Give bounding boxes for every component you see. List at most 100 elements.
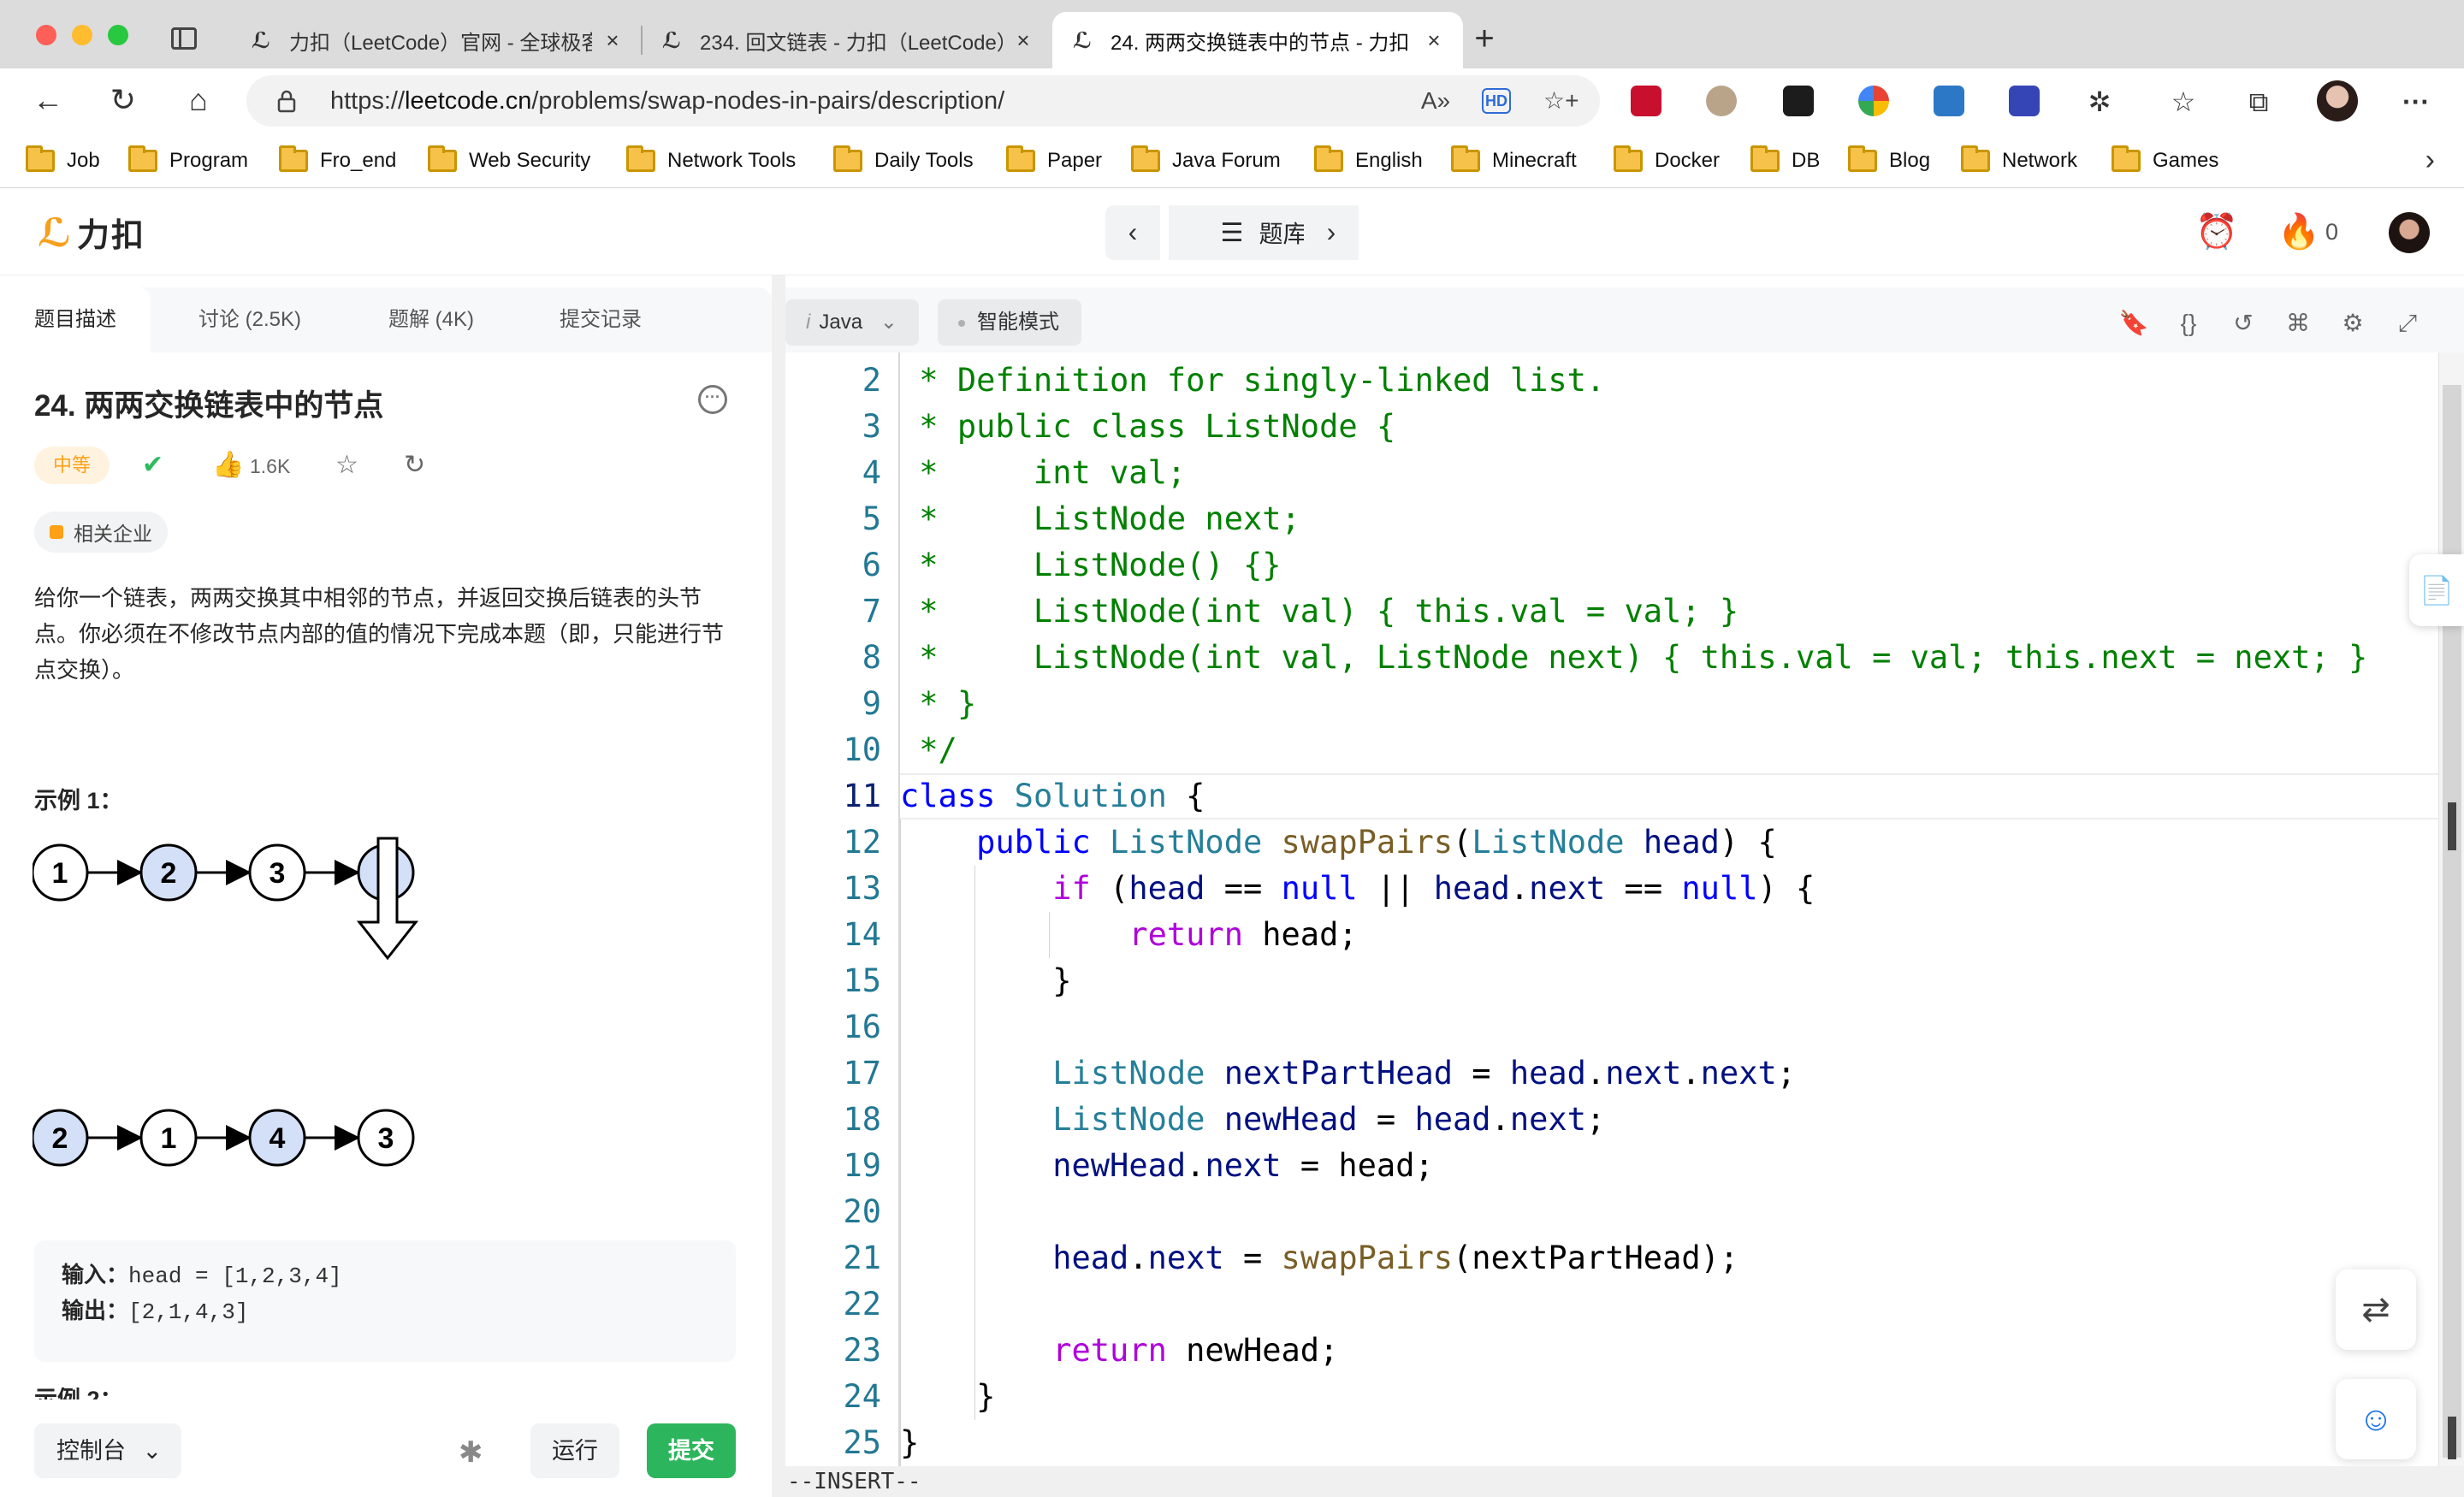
extensions-icon[interactable]: ✲ [2082,86,2117,120]
window-maximize-button[interactable] [108,25,128,45]
extension-icon[interactable] [1783,86,1814,116]
bookmark-icon[interactable]: 🔖 [2117,306,2151,340]
code-line[interactable]: } [900,1420,919,1466]
bookmark-folder[interactable]: Web Security [428,144,590,178]
tab-discussion[interactable]: 讨论 (2.5K) [164,287,335,352]
address-bar[interactable]: https://leetcode.cn/problems/swap-nodes-… [246,75,1600,127]
extension-icon[interactable] [1631,86,1661,116]
hd-icon[interactable]: HD [1482,88,1511,114]
bookmark-folder[interactable]: Daily Tools [833,144,974,178]
code-line[interactable]: */ [900,727,957,773]
bookmark-folder[interactable]: English [1314,144,1423,178]
star-icon[interactable]: ☆ [335,448,358,482]
smart-mode-button[interactable]: 智能模式 [938,299,1081,346]
bookmark-folder[interactable]: Java Forum [1131,144,1281,178]
extension-icon[interactable] [1706,86,1737,116]
bookmark-folder[interactable]: Job [26,144,100,178]
command-icon[interactable]: ⌘ [2281,306,2315,340]
tab-close-icon[interactable]: × [601,27,625,54]
code-line[interactable]: * ListNode(int val) { this.val = val; } [900,589,1738,635]
code-line[interactable]: * Definition for singly-linked list. [900,358,1605,404]
reload-icon[interactable]: ↻ [103,80,144,121]
code-line[interactable]: ListNode newHead = head.next; [900,1097,1605,1143]
add-favorite-icon[interactable]: ☆+ [1543,86,1578,116]
bookmark-folder[interactable]: Fro_end [279,144,396,178]
code-line[interactable]: head.next = swapPairs(nextPartHead); [900,1235,1738,1281]
prev-problem-button[interactable]: ‹ [1105,205,1160,260]
code-line[interactable]: newHead.next = head; [900,1143,1434,1189]
braces-icon[interactable]: {} [2171,306,2206,340]
tab-description[interactable]: 题目描述 [0,287,151,352]
scrollbar-thumb[interactable] [2443,385,2461,1458]
sidebar-toggle-icon[interactable] [171,27,197,50]
tab-submissions[interactable]: 提交记录 [525,287,676,352]
browser-tab[interactable]: ℒ 234. 回文链表 - 力扣（LeetCode） × [642,12,1052,68]
company-tag[interactable]: 相关企业 [34,512,168,553]
bookmark-folder[interactable]: DB [1750,144,1820,178]
bookmark-folder[interactable]: Blog [1848,144,1930,178]
extension-icon[interactable] [2009,86,2040,116]
code-line[interactable]: } [900,958,1071,1004]
bookmark-folder[interactable]: Program [128,144,248,178]
debug-bug-icon[interactable]: ✱ [459,1435,483,1470]
feedback-chat-icon[interactable]: ☺ [2336,1379,2416,1459]
bookmarks-overflow-icon[interactable]: › [2426,144,2435,177]
leetcode-logo[interactable]: ℒ 力扣 [38,209,145,256]
user-avatar[interactable] [2389,212,2430,253]
code-line[interactable]: ListNode nextPartHead = head.next.next; [900,1050,1796,1097]
browser-tab[interactable]: ℒ 力扣（LeetCode）官网 - 全球极客挚爱的技术成长平台 × [231,12,642,68]
settings-icon[interactable]: ⚙ [2336,306,2370,340]
code-line[interactable]: if (head == null || head.next == null) { [900,866,1815,912]
code-line[interactable]: return newHead; [900,1328,1338,1374]
bookmark-folder[interactable]: Network Tools [626,144,796,178]
bookmark-folder[interactable]: Docker [1614,144,1720,178]
favorites-icon[interactable]: ☆ [2166,86,2200,120]
submit-button[interactable]: 提交 [647,1423,736,1478]
profile-avatar[interactable] [2317,80,2358,121]
tab-solutions[interactable]: 题解 (4K) [354,287,508,352]
window-minimize-button[interactable] [72,25,92,45]
code-line[interactable]: return head; [900,912,1357,958]
console-button[interactable]: 控制台 ⌄ [34,1423,181,1478]
notes-icon[interactable]: 📄 [2409,554,2464,626]
panel-resize-handle[interactable] [772,275,785,1497]
home-icon[interactable]: ⌂ [178,80,219,121]
code-area[interactable]: 2 3 4 5 6 7 8 9 10 11 12 13 14 15 16 17 18 19 20 21 22 23 24 25… [785,352,2464,1466]
code-line[interactable]: class Solution { [900,773,1205,820]
alarm-clock-icon[interactable]: ⏰ [2195,207,2238,258]
more-menu-icon[interactable]: ··· [2399,86,2433,120]
bookmark-folder[interactable]: Network [1961,144,2077,178]
thumbs-up-icon[interactable]: 👍 [212,448,244,482]
browser-tab-active[interactable]: ℒ 24. 两两交换链表中的节点 - 力扣（LeetCode） × [1052,12,1463,68]
code-line[interactable]: * ListNode next; [900,496,1300,542]
code-line[interactable]: * public class ListNode { [900,404,1395,450]
read-aloud-icon[interactable]: A» [1420,86,1451,116]
reset-icon[interactable]: ↺ [2226,306,2260,340]
bookmark-folder[interactable]: Minecraft [1451,144,1577,178]
code-line[interactable]: * } [900,681,976,727]
extension-icon[interactable] [1858,86,1889,116]
bookmark-folder[interactable]: Paper [1006,144,1102,178]
language-select[interactable]: i Java ⌄ [785,299,919,346]
more-options-icon[interactable]: ··· [698,385,727,414]
url-text[interactable]: https://leetcode.cn/problems/swap-nodes-… [330,87,1004,115]
tab-close-icon[interactable]: × [1011,27,1035,54]
next-problem-button[interactable]: › [1304,205,1359,260]
code-line[interactable]: } [900,1374,995,1420]
flame-icon[interactable]: 🔥 [2277,207,2320,258]
share-icon[interactable]: ↻ [404,448,425,482]
code-line[interactable]: * int val; [900,450,1186,496]
tab-close-icon[interactable]: × [1422,27,1446,54]
run-button[interactable]: 运行 [530,1423,619,1478]
switch-layout-icon[interactable]: ⇄ [2336,1269,2416,1350]
new-tab-button[interactable]: + [1463,19,1506,62]
extension-icon[interactable] [1934,86,1964,116]
expand-icon[interactable]: ⤢ [2390,306,2425,340]
collections-icon[interactable]: ⧉ [2242,86,2276,120]
code-line[interactable]: * ListNode(int val, ListNode next) { thi… [900,635,2367,681]
bookmark-folder[interactable]: Games [2112,144,2218,178]
back-icon[interactable]: ← [27,80,68,121]
code-line[interactable]: public ListNode swapPairs(ListNode head)… [900,820,1777,866]
window-close-button[interactable] [36,25,56,45]
code-line[interactable]: * ListNode() {} [900,542,1281,589]
